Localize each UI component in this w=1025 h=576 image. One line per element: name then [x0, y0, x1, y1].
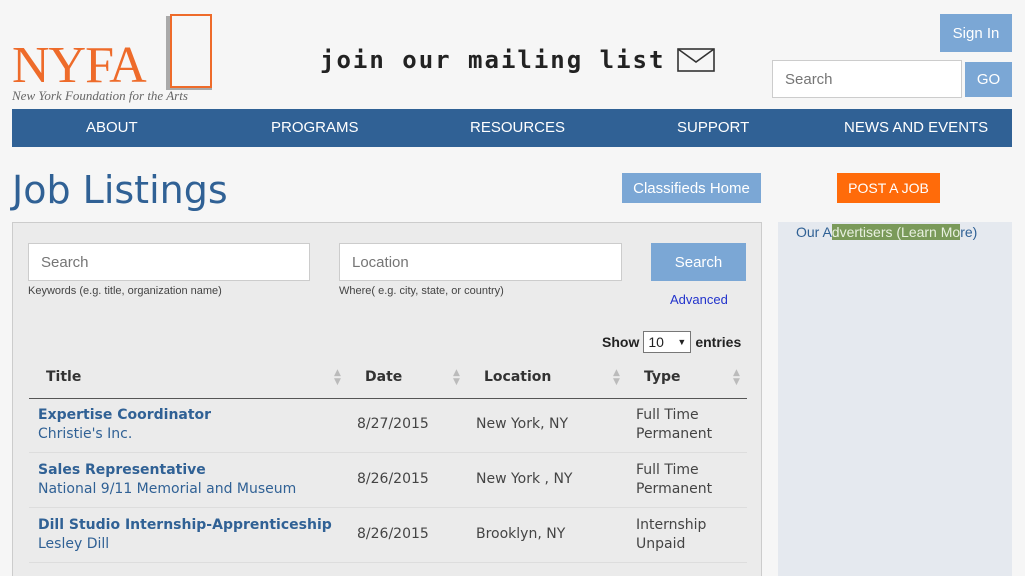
main-nav: ABOUT PROGRAMS RESOURCES SUPPORT NEWS AN… [12, 109, 1012, 147]
job-title-link[interactable]: Expertise Coordinator [38, 407, 211, 423]
dropdown-arrow-icon: ▼ [677, 337, 687, 347]
job-type: Full Time [636, 407, 699, 423]
job-date: 8/27/2015 [357, 416, 429, 432]
sort-icon[interactable]: ▲ ▼ [334, 369, 341, 387]
entries-length-control: Show 10 ▼ entries [602, 331, 741, 353]
envelope-icon [677, 48, 716, 72]
search-button[interactable]: Search [651, 243, 746, 281]
logo-text: NYFA [12, 37, 147, 94]
advanced-search-link[interactable]: Advanced [670, 292, 728, 307]
job-type-detail: Permanent [636, 426, 713, 442]
site-search-input[interactable] [772, 60, 962, 98]
table-row: Expertise Coordinator Christie's Inc. 8/… [29, 398, 747, 453]
job-listings-panel: Keywords (e.g. title, organization name)… [12, 222, 762, 576]
job-location: Brooklyn, NY [476, 526, 566, 542]
job-title-link[interactable]: Dill Studio Internship-Apprenticeship [38, 517, 332, 533]
site-search-go-button[interactable]: GO [965, 62, 1012, 97]
job-org-link[interactable]: Lesley Dill [38, 536, 109, 552]
job-type: Internship [636, 517, 707, 533]
our-advertisers-link[interactable]: Our Advertisers (Learn More) [796, 224, 977, 240]
page-title: Job Listings [12, 168, 228, 212]
nav-item-programs[interactable]: PROGRAMS [271, 119, 359, 136]
job-date: 8/26/2015 [357, 471, 429, 487]
advertisers-link-start: Our A [796, 224, 832, 240]
table-row: Sales Representative National 9/11 Memor… [29, 453, 747, 508]
keywords-search-input[interactable] [28, 243, 310, 281]
job-type-detail: Permanent [636, 481, 713, 497]
job-org-link[interactable]: National 9/11 Memorial and Museum [38, 481, 296, 497]
column-header-location[interactable]: Location [484, 369, 551, 385]
advertisers-sidebar: Our Advertisers (Learn More) [778, 222, 1012, 576]
nav-item-news-and-events[interactable]: NEWS AND EVENTS [844, 119, 988, 136]
logo-subtitle: New York Foundation for the Arts [12, 88, 188, 103]
table-row: Dill Studio Internship-Apprenticeship Le… [29, 508, 747, 563]
nav-item-resources[interactable]: RESOURCES [470, 119, 565, 136]
job-org-link[interactable]: Christie's Inc. [38, 426, 132, 442]
nyfa-logo[interactable]: NYFA New York Foundation for the Arts [12, 14, 212, 104]
location-input[interactable] [339, 243, 622, 281]
classifieds-home-button[interactable]: Classifieds Home [622, 173, 761, 203]
sort-icon[interactable]: ▲ ▼ [453, 369, 460, 387]
entries-label: entries [695, 334, 742, 350]
nav-item-about[interactable]: ABOUT [86, 119, 138, 136]
sort-icon[interactable]: ▲ ▼ [613, 369, 620, 387]
entries-select-value: 10 [648, 334, 664, 350]
column-header-type[interactable]: Type [644, 369, 681, 385]
advertisers-link-end: re) [960, 224, 978, 240]
nav-item-support[interactable]: SUPPORT [677, 119, 749, 136]
job-date: 8/26/2015 [357, 526, 429, 542]
mailing-list-text: join our mailing list [320, 46, 666, 74]
sort-icon[interactable]: ▲ ▼ [733, 369, 740, 387]
job-location: New York , NY [476, 471, 573, 487]
logo-frame-shape [170, 14, 212, 88]
post-a-job-button[interactable]: POST A JOB [837, 173, 940, 203]
job-type-detail: Unpaid [636, 536, 686, 552]
column-header-title[interactable]: Title [46, 369, 81, 385]
job-title-link[interactable]: Sales Representative [38, 462, 206, 478]
job-location: New York, NY [476, 416, 569, 432]
advertisers-link-highlight: dvertisers (Learn Mo [831, 224, 961, 240]
location-hint: Where( e.g. city, state, or country) [339, 285, 504, 297]
sign-in-button[interactable]: Sign In [940, 14, 1012, 52]
entries-select[interactable]: 10 ▼ [643, 331, 692, 353]
keywords-hint: Keywords (e.g. title, organization name) [28, 285, 222, 297]
job-type: Full Time [636, 462, 699, 478]
column-header-date[interactable]: Date [365, 369, 402, 385]
mailing-list-link[interactable]: join our mailing list [320, 46, 716, 74]
show-label: Show [602, 334, 640, 350]
table-header: Title ▲ ▼ Date ▲ ▼ Location ▲ ▼ Type ▲ ▼ [29, 361, 747, 399]
